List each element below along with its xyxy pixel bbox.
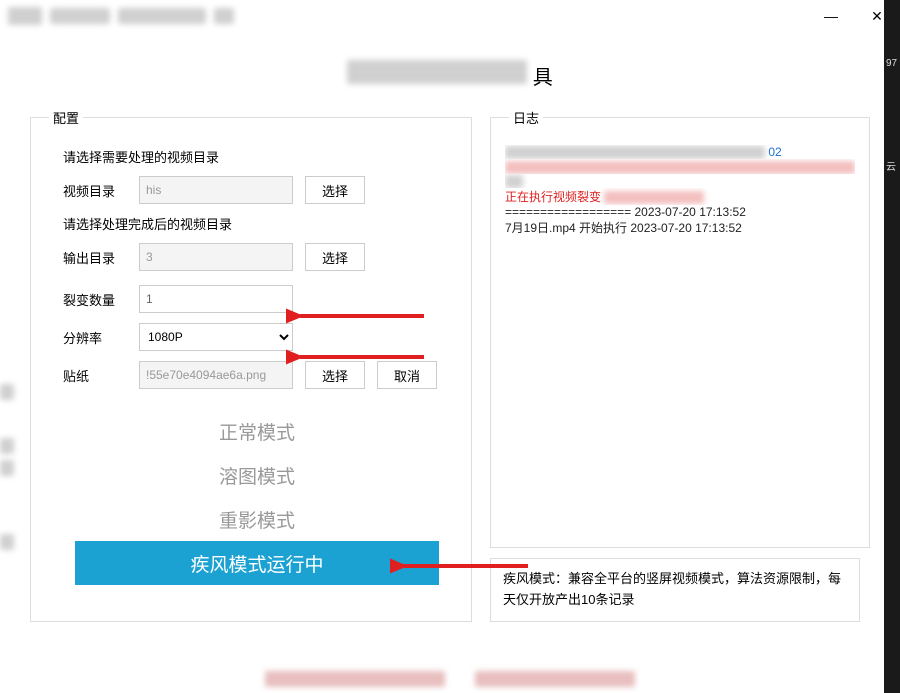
config-panel: 配置 请选择需要处理的视频目录 视频目录 选择 请选择处理完成后的视频目录 输出… [30,108,472,622]
mode-normal-button[interactable]: 正常模式 [75,409,439,453]
titlebar-text-blur [118,8,206,24]
bg-blur [475,671,635,687]
cancel-sticker-button[interactable]: 取消 [377,361,437,389]
select-output-dir-button[interactable]: 选择 [305,243,365,271]
log-line [505,174,855,188]
select-sticker-button[interactable]: 选择 [305,361,365,389]
app-icon-blur [8,7,42,25]
right-column: 日志 02 正在执行视频裂变 ================== 2023-0… [490,108,870,622]
bottom-blur-row [0,671,900,687]
minimize-button[interactable]: — [808,0,854,32]
mode-hint: 疾风模式：兼容全平台的竖屏视频模式，算法资源限制，每天仅开放产出10条记录 [490,558,860,622]
log-blur [505,161,855,174]
config-legend: 配置 [49,108,83,127]
bg-blur [0,460,14,476]
log-line [505,159,855,173]
log-content: 02 正在执行视频裂变 ================== 2023-07-2… [505,145,855,533]
row-video-dir: 视频目录 选择 [63,176,457,204]
log-line: 7月19日.mp4 开始执行 2023-07-20 17:13:52 [505,219,855,236]
app-title-blur [347,60,527,84]
note-source-dir: 请选择需要处理的视频目录 [63,147,457,166]
app-title: 具 [0,32,900,108]
label-resolution: 分辨率 [63,328,127,347]
titlebar-text-blur [214,8,234,24]
log-legend: 日志 [509,108,543,127]
titlebar-left [8,7,234,25]
select-video-dir-button[interactable]: 选择 [305,176,365,204]
label-split-count: 裂变数量 [63,290,127,309]
row-sticker: 贴纸 选择 取消 [63,361,457,389]
video-dir-input[interactable] [139,176,293,204]
mode-ghost-button[interactable]: 重影模式 [75,497,439,541]
titlebar: — ✕ [0,0,900,32]
label-sticker: 贴纸 [63,366,127,385]
bg-blur [0,534,14,550]
log-blur [505,175,523,188]
log-blur [604,191,704,204]
row-split-count: 裂变数量 [63,285,457,313]
app-title-suffix: 具 [533,67,553,89]
output-dir-input[interactable] [139,243,293,271]
mode-dissolve-button[interactable]: 溶图模式 [75,453,439,497]
row-output-dir: 输出目录 选择 [63,243,457,271]
resolution-select[interactable]: 1080P [139,323,293,351]
row-resolution: 分辨率 1080P [63,323,457,351]
log-blur [505,146,765,159]
log-line: ================== 2023-07-20 17:13:52 [505,205,855,219]
bg-blur [0,384,14,400]
label-output-dir: 输出目录 [63,248,127,267]
split-count-input[interactable] [139,285,293,313]
log-line: 02 [505,145,855,159]
bg-blur [0,438,14,454]
log-panel: 日志 02 正在执行视频裂变 ================== 2023-0… [490,108,870,548]
log-line: 正在执行视频裂变 [505,188,855,205]
note-output-dir: 请选择处理完成后的视频目录 [63,214,457,233]
bg-blur [265,671,445,687]
mode-buttons: 正常模式 溶图模式 重影模式 疾风模式运行中 [75,409,439,585]
titlebar-text-blur [50,8,110,24]
sticker-input[interactable] [139,361,293,389]
mode-fast-button[interactable]: 疾风模式运行中 [75,541,439,585]
label-video-dir: 视频目录 [63,181,127,200]
